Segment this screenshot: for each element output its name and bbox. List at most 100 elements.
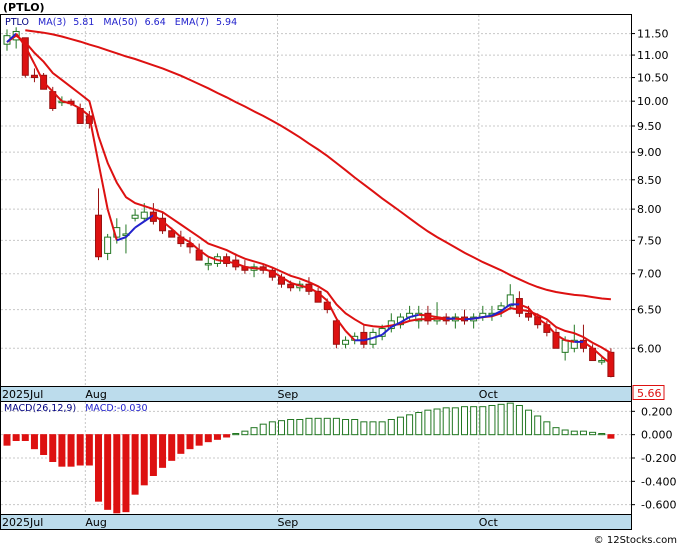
candle-body: [131, 214, 139, 219]
candle-body: [598, 360, 606, 363]
macd-bar: [131, 434, 139, 495]
macd-bar: [168, 434, 176, 461]
macd-bar: [40, 434, 48, 455]
macd-bar: [30, 434, 38, 450]
macd-bar: [369, 421, 377, 436]
macd-tick-label: -0.400: [641, 475, 676, 488]
candle-body: [342, 339, 350, 345]
price-tick-label: 9.50: [637, 120, 662, 133]
price-tick-label: 9.00: [637, 146, 662, 159]
price-tick-label: 10.00: [637, 95, 669, 108]
macd-bar: [195, 434, 203, 446]
macd-tick-label: -0.600: [641, 499, 676, 512]
price-tick-label: 7.00: [637, 268, 662, 281]
candle-body: [360, 331, 368, 345]
price-tick-label: 7.50: [637, 234, 662, 247]
macd-bar: [534, 415, 542, 436]
macd-tick-label: -0.200: [641, 452, 676, 465]
last-price-text: 5.66: [637, 387, 662, 400]
macd-bar: [67, 434, 75, 467]
macd-bar: [21, 434, 29, 441]
price-axis-ticks: 6.00 6.50 7.00 7.50 8.00 8.50 9.00 9.50 10.00 10.…: [631, 28, 669, 355]
macd-bar: [470, 406, 478, 436]
watermark: © 12Stocks.com: [594, 535, 677, 546]
macd-tick-label: 0.000: [641, 429, 673, 442]
price-tick-label: 11.00: [637, 49, 669, 62]
macd-bar: [552, 427, 560, 436]
legend-ema7-value: 5.94: [216, 17, 237, 28]
macd-bar: [415, 412, 423, 436]
macd-date-label: Aug: [85, 516, 106, 529]
candle-body: [204, 262, 212, 266]
candle-body: [607, 351, 615, 378]
macd-bar: [598, 433, 606, 436]
macd-bar: [104, 434, 112, 510]
stock-chart: 2025Jul Aug Sep Oct 6.00 6.50 7.00 7.50 8.00 8.5…: [0, 0, 680, 546]
macd-bar: [424, 409, 432, 436]
macd-bar: [268, 421, 276, 436]
macd-bar: [250, 427, 258, 436]
macd-bar: [387, 419, 395, 436]
ma3-segment: [244, 265, 255, 270]
macd-bar: [278, 420, 285, 436]
price-tick-label: 11.50: [637, 28, 669, 41]
macd-legend: MACD(26,12,9) MACD:-0.030: [4, 403, 148, 414]
macd-bar: [223, 434, 231, 438]
macd-bar: [589, 431, 597, 436]
legend-ma50-value: 6.64: [145, 17, 166, 28]
macd-bar: [488, 405, 496, 436]
candle-body: [287, 283, 295, 289]
ticker-label: (PTLO): [3, 1, 45, 14]
price-panel-frame: [0, 14, 632, 402]
price-tick-label: 8.50: [637, 174, 662, 187]
candle-body: [95, 214, 102, 258]
price-tick-label: 6.00: [637, 342, 662, 355]
macd-bar: [177, 434, 185, 454]
chart-canvas: 2025Jul Aug Sep Oct 6.00 6.50 7.00 7.50 8.00 8.5…: [0, 1, 677, 546]
macd-bar: [12, 434, 20, 441]
candle-body: [140, 211, 148, 219]
macd-bar: [241, 430, 249, 436]
macd-bar: [49, 434, 57, 462]
legend-ma3-value: 5.81: [73, 17, 94, 28]
macd-bar: [149, 434, 157, 476]
macd-bar: [122, 434, 130, 513]
ma3-segment: [464, 317, 474, 321]
macd-bar: [186, 434, 194, 450]
price-date-label: Sep: [278, 388, 299, 401]
candle-body: [104, 236, 112, 254]
macd-bar: [442, 407, 450, 436]
ma3-segment: [455, 317, 465, 321]
candle-body: [525, 312, 533, 318]
ma3-segment: [253, 267, 264, 270]
macd-bar: [579, 430, 587, 436]
macd-bar: [360, 421, 368, 436]
macd-bar: [113, 434, 121, 514]
macd-tick-label: 0.200: [641, 405, 673, 418]
macd-axis-ticks: 0.200 0.000 -0.200 -0.400 -0.600: [631, 405, 676, 512]
macd-bar: [323, 417, 331, 436]
macd-bar: [351, 419, 359, 436]
macd-bar: [204, 434, 212, 443]
macd-bar: [525, 409, 533, 436]
price-date-label: Oct: [479, 388, 499, 401]
price-tick-label: 6.50: [637, 304, 662, 317]
legend-ma50-label: MA(50): [103, 17, 137, 28]
macd-bar: [314, 417, 322, 436]
candle-body: [332, 320, 340, 345]
macd-legend-value: MACD:-0.030: [85, 403, 147, 414]
legend-ma3-label: MA(3): [38, 17, 66, 28]
macd-bar: [561, 429, 569, 436]
macd-bar: [95, 434, 102, 502]
price-date-label: 2025Jul: [2, 388, 43, 401]
macd-bar: [570, 430, 578, 436]
macd-bar: [85, 434, 93, 466]
legend-ema7-label: EMA(7): [175, 17, 209, 28]
macd-bar: [305, 417, 313, 436]
candle-body: [561, 339, 569, 353]
macd-bar: [58, 434, 66, 467]
macd-bar: [76, 434, 84, 466]
macd-bar: [406, 414, 414, 436]
macd-bar: [607, 434, 615, 439]
macd-bar: [378, 421, 386, 436]
